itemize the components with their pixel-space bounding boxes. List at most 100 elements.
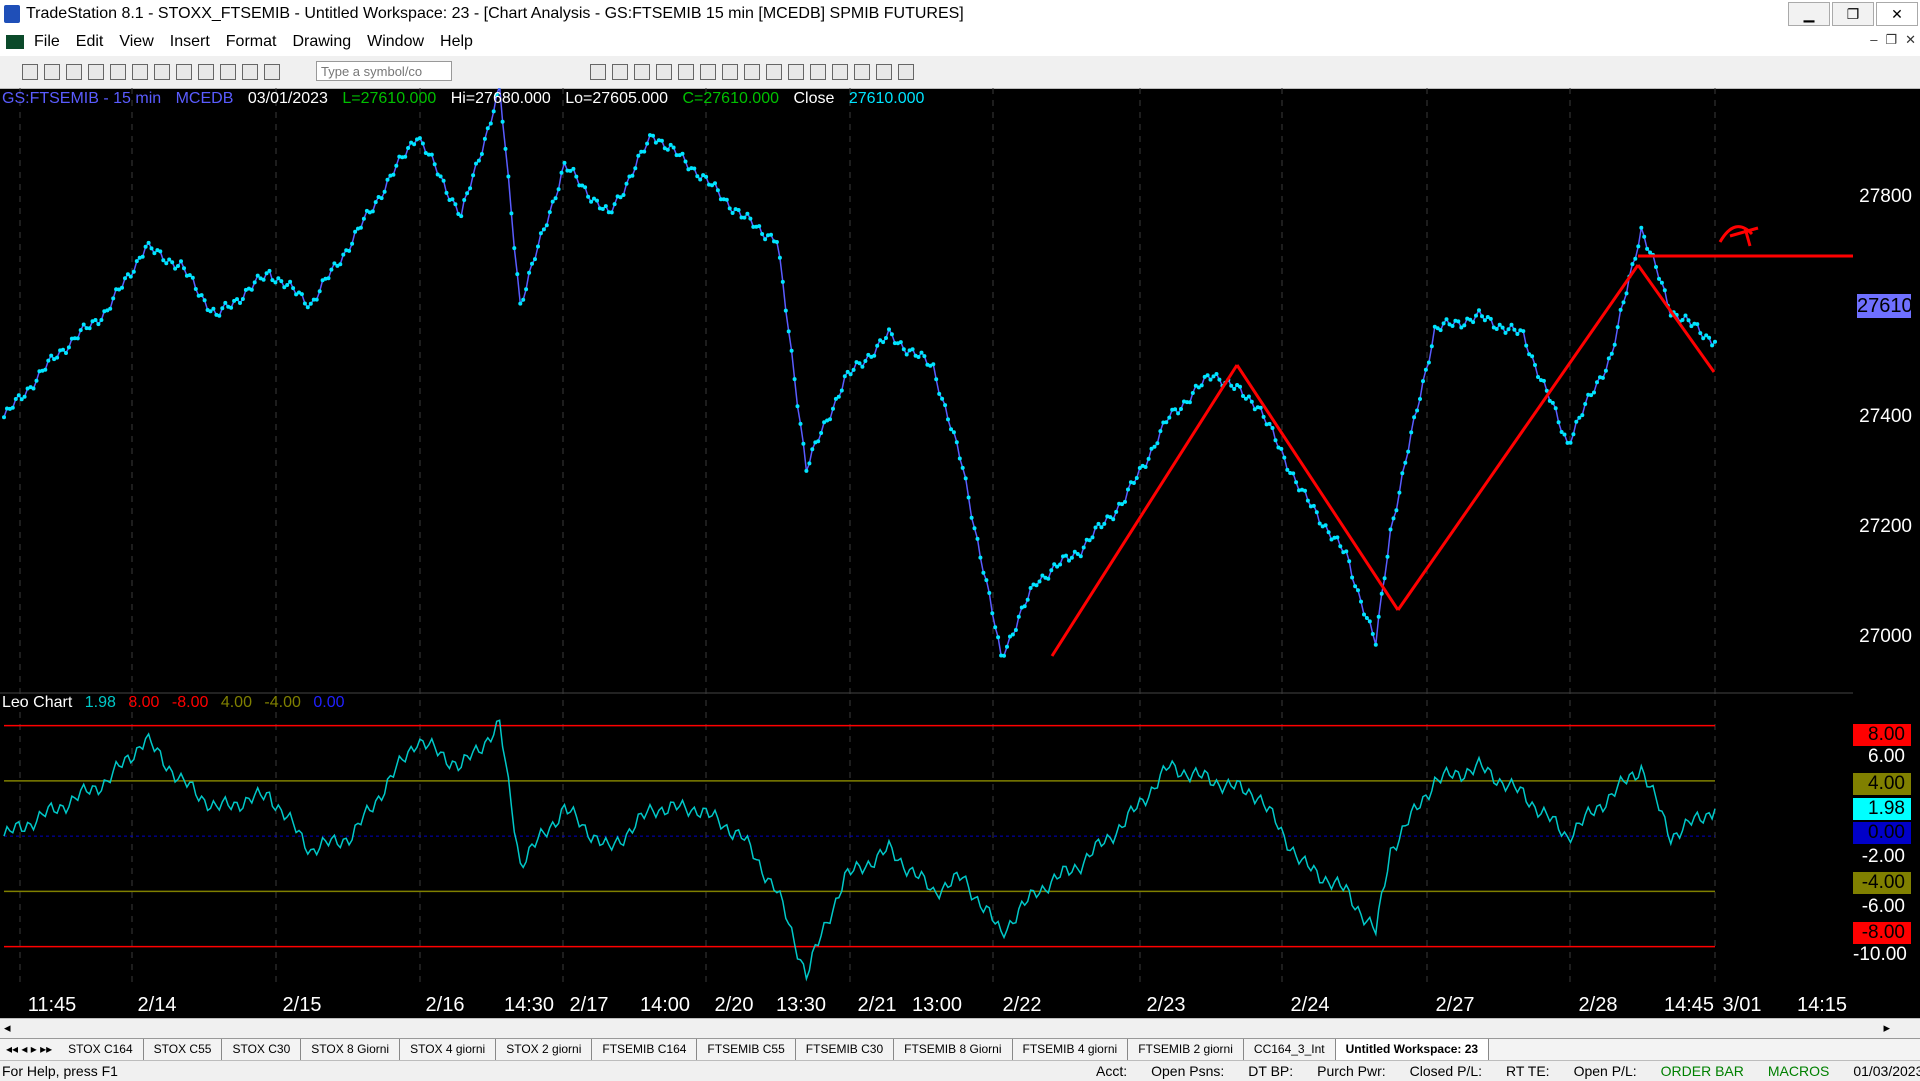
rectangle-icon[interactable] (876, 64, 892, 80)
zoom-out-icon[interactable] (656, 64, 672, 80)
scroll-left-icon[interactable]: ◂ (4, 1020, 11, 1036)
tab-stox-8-giorni[interactable]: STOX 8 Giorni (301, 1039, 400, 1061)
price-dot (1167, 416, 1171, 420)
horizontal-scrollbar[interactable]: ◂ ▸ (0, 1018, 1920, 1039)
price-dot (917, 355, 921, 359)
mdi-restore-icon[interactable]: ❐ (1885, 32, 1897, 48)
tab-ftsemib-c55[interactable]: FTSEMIB C55 (697, 1039, 795, 1061)
crosshair-icon[interactable] (700, 64, 716, 80)
tab-stox-2-giorni[interactable]: STOX 2 giorni (496, 1039, 592, 1061)
price-dot (633, 166, 637, 170)
settings-icon[interactable] (220, 64, 236, 80)
price-dot (1324, 523, 1328, 527)
price-dot (170, 260, 174, 264)
price-dot (1421, 379, 1425, 383)
save-icon[interactable] (66, 64, 82, 80)
layout-icon[interactable] (242, 64, 258, 80)
status-order-bar[interactable]: ORDER BAR (1661, 1063, 1744, 1079)
tab-ftsemib-2-giorni[interactable]: FTSEMIB 2 giorni (1128, 1039, 1244, 1061)
mdi-minimize-icon[interactable]: – (1870, 32, 1877, 48)
paste-icon[interactable] (110, 64, 126, 80)
price-dot (1356, 588, 1360, 592)
new-icon[interactable] (22, 64, 38, 80)
time-axis-label: 14:15 (1797, 994, 1847, 1017)
tab-untitled-workspace[interactable]: Untitled Workspace: 23 (1336, 1039, 1489, 1061)
mdi-close-icon[interactable]: ✕ (1905, 32, 1916, 48)
menu-file[interactable]: File (34, 33, 60, 51)
text-icon[interactable] (898, 64, 914, 80)
price-dot (1695, 322, 1699, 326)
copy-icon[interactable] (88, 64, 104, 80)
price-dot (76, 336, 80, 340)
close-button[interactable]: ✕ (1876, 2, 1918, 26)
tab-stox-4-giorni[interactable]: STOX 4 giorni (400, 1039, 496, 1061)
price-dot (489, 122, 493, 126)
price-dot (1176, 411, 1180, 415)
price-dot (737, 208, 741, 212)
tab-stox-c55[interactable]: STOX C55 (144, 1039, 223, 1061)
print-icon[interactable] (132, 64, 148, 80)
price-dot (453, 202, 457, 206)
minimize-button[interactable]: ▁ (1788, 2, 1830, 26)
tab-ftsemib-c30[interactable]: FTSEMIB C30 (796, 1039, 894, 1061)
price-dot (1365, 616, 1369, 620)
menu-window[interactable]: Window (367, 33, 424, 51)
price-dot (554, 196, 558, 200)
macro-icon[interactable] (198, 64, 214, 80)
format-icon[interactable] (264, 64, 280, 80)
time-axis-label: 13:30 (776, 994, 826, 1017)
trendline-icon[interactable] (722, 64, 738, 80)
ellipse-icon[interactable] (854, 64, 870, 80)
price-dot (1530, 354, 1534, 358)
tab-ftsemib-c164[interactable]: FTSEMIB C164 (592, 1039, 697, 1061)
trendline-drawing (1237, 365, 1398, 610)
drawing-layer (1052, 227, 1853, 656)
tab-ftsemib-8-giorni[interactable]: FTSEMIB 8 Giorni (894, 1039, 1012, 1061)
chart-line-icon[interactable] (612, 64, 628, 80)
price-dot (509, 211, 513, 215)
indicator-axis-label: 8.00 (1853, 724, 1911, 746)
price-dot (1374, 643, 1378, 647)
window-title: TradeStation 8.1 - STOXX_FTSEMIB - Untit… (26, 5, 964, 23)
horizontal-line-icon[interactable] (744, 64, 760, 80)
price-dot (1099, 525, 1103, 529)
pointer-icon[interactable] (678, 64, 694, 80)
maximize-button[interactable]: ❐ (1832, 2, 1874, 26)
price-dot (421, 142, 425, 146)
menu-help[interactable]: Help (440, 33, 473, 51)
print-preview-icon[interactable] (154, 64, 170, 80)
price-dot (527, 271, 531, 275)
arrow-down-icon[interactable] (832, 64, 848, 80)
scroll-right-icon[interactable]: ▸ (1883, 1020, 1890, 1036)
arrow-up-icon[interactable] (810, 64, 826, 80)
price-dot (1111, 517, 1115, 521)
price-dot (742, 216, 746, 220)
price-dot (1663, 288, 1667, 292)
tab-cc164-3-int[interactable]: CC164_3_Int (1244, 1039, 1336, 1061)
menu-drawing[interactable]: Drawing (292, 33, 351, 51)
price-dot (1569, 441, 1573, 445)
price-dot (504, 147, 508, 151)
lock-icon[interactable] (176, 64, 192, 80)
tab-stox-c30[interactable]: STOX C30 (222, 1039, 301, 1061)
menu-format[interactable]: Format (226, 33, 277, 51)
zoom-in-icon[interactable] (634, 64, 650, 80)
tab-ftsemib-4-giorni[interactable]: FTSEMIB 4 giorni (1013, 1039, 1129, 1061)
open-icon[interactable] (44, 64, 60, 80)
menu-view[interactable]: View (119, 33, 153, 51)
chart-window-icon[interactable] (6, 35, 24, 49)
channel-icon[interactable] (788, 64, 804, 80)
menu-insert[interactable]: Insert (170, 33, 210, 51)
price-dot (1362, 613, 1366, 617)
symbol-input[interactable]: Type a symbol/co (316, 61, 452, 81)
fibonacci-icon[interactable] (766, 64, 782, 80)
price-dot (551, 200, 555, 204)
status-macros[interactable]: MACROS (1768, 1063, 1829, 1079)
price-dot (11, 406, 15, 410)
chart-bar-icon[interactable] (590, 64, 606, 80)
tab-navigation[interactable]: ◂◂ ◂ ▸ ▸▸ (0, 1039, 58, 1061)
tab-stox-c164[interactable]: STOX C164 (58, 1039, 143, 1061)
chart-canvas[interactable] (0, 88, 1853, 990)
price-dot (501, 120, 505, 124)
menu-edit[interactable]: Edit (76, 33, 104, 51)
